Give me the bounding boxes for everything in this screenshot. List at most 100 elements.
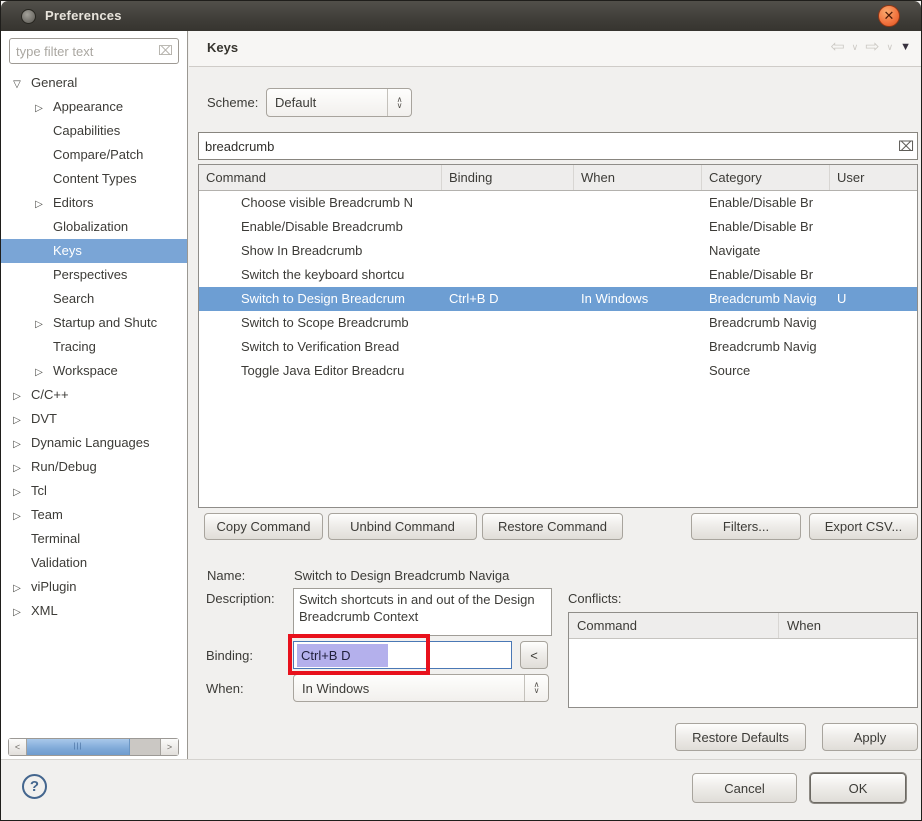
back-dropdown-icon[interactable]: ∨: [852, 42, 859, 53]
apply-button[interactable]: Apply: [822, 723, 918, 751]
key-binding-row[interactable]: Enable/Disable BreadcrumbEnable/Disable …: [199, 215, 917, 239]
key-binding-row[interactable]: Choose visible Breadcrumb NEnable/Disabl…: [199, 191, 917, 215]
scroll-left-icon[interactable]: <: [9, 739, 27, 755]
close-icon[interactable]: ✕: [878, 5, 900, 27]
cell-user: [830, 335, 917, 359]
cell-user: [830, 359, 917, 383]
view-menu-icon[interactable]: ▼: [900, 41, 911, 53]
key-binding-row[interactable]: Toggle Java Editor BreadcruSource: [199, 359, 917, 383]
scrollbar-track[interactable]: [130, 739, 160, 755]
tree-item-startup-and-shutc[interactable]: ▷ Startup and Shutc: [1, 311, 187, 335]
forward-icon[interactable]: ⇨: [865, 37, 879, 57]
cell-binding: [442, 359, 574, 383]
tree-item-label: Terminal: [31, 531, 80, 546]
column-header-when[interactable]: When: [574, 165, 702, 190]
expander-icon[interactable]: ▷: [11, 409, 23, 431]
tree-item-run-debug[interactable]: ▷Run/Debug: [1, 455, 187, 479]
expander-icon[interactable]: ▷: [11, 457, 23, 479]
table-header[interactable]: CommandBindingWhenCategoryUser: [199, 165, 917, 191]
capture-key-button[interactable]: <: [520, 641, 548, 669]
tree-item-capabilities[interactable]: Capabilities: [1, 119, 187, 143]
history-nav: ⇦ ∨ ⇨ ∨ ▼: [830, 37, 911, 57]
expander-icon[interactable]: ▷: [33, 193, 45, 215]
restore-command-button[interactable]: Restore Command: [482, 513, 623, 540]
column-header-binding[interactable]: Binding: [442, 165, 574, 190]
help-icon[interactable]: ?: [22, 774, 47, 799]
unbind-command-button[interactable]: Unbind Command: [328, 513, 477, 540]
scheme-select[interactable]: Default ∧ ∨: [266, 88, 412, 117]
title-bar[interactable]: Preferences ✕: [1, 1, 921, 31]
expander-icon[interactable]: ▷: [33, 361, 45, 383]
description-box: Switch shortcuts in and out of the Desig…: [293, 588, 552, 636]
copy-command-button[interactable]: Copy Command: [204, 513, 323, 540]
tree-item-c-c[interactable]: ▷C/C++: [1, 383, 187, 407]
tree-item-general[interactable]: ▽General: [1, 71, 187, 95]
conflicts-header[interactable]: CommandWhen: [569, 613, 917, 639]
expander-icon[interactable]: ▷: [11, 481, 23, 503]
key-binding-row[interactable]: Switch to Design BreadcrumCtrl+B DIn Win…: [199, 287, 917, 311]
restore-defaults-button[interactable]: Restore Defaults: [675, 723, 806, 751]
scheme-value: Default: [267, 95, 387, 110]
tree-item-search[interactable]: Search: [1, 287, 187, 311]
filters-button[interactable]: Filters...: [691, 513, 801, 540]
search-input[interactable]: [198, 132, 918, 160]
when-select[interactable]: In Windows ∧ ∨: [293, 674, 549, 702]
forward-dropdown-icon[interactable]: ∨: [887, 42, 894, 53]
window-menu-icon[interactable]: [21, 9, 36, 24]
tree-item-label: XML: [31, 603, 58, 618]
when-value: In Windows: [294, 681, 524, 696]
column-header-category[interactable]: Category: [702, 165, 830, 190]
tree-item-content-types[interactable]: Content Types: [1, 167, 187, 191]
tree-item-validation[interactable]: Validation: [1, 551, 187, 575]
when-label: When:: [206, 681, 244, 696]
column-header-command[interactable]: Command: [199, 165, 442, 190]
scrollbar-thumb[interactable]: |||: [27, 739, 130, 755]
cell-command: Choose visible Breadcrumb N: [199, 191, 442, 215]
expander-icon[interactable]: ▷: [11, 577, 23, 599]
binding-input[interactable]: Ctrl+B D: [293, 641, 512, 669]
window-title: Preferences: [45, 8, 122, 23]
sidebar-horizontal-scrollbar[interactable]: < ||| >: [8, 738, 179, 756]
tree-item-viplugin[interactable]: ▷viPlugin: [1, 575, 187, 599]
tree-item-keys[interactable]: Keys: [1, 239, 187, 263]
tree-item-label: Startup and Shutc: [53, 315, 157, 330]
cell-user: [830, 263, 917, 287]
back-icon[interactable]: ⇦: [830, 37, 844, 57]
tree-item-dvt[interactable]: ▷DVT: [1, 407, 187, 431]
tree-item-tracing[interactable]: Tracing: [1, 335, 187, 359]
tree-item-terminal[interactable]: Terminal: [1, 527, 187, 551]
tree-item-dynamic-languages[interactable]: ▷Dynamic Languages: [1, 431, 187, 455]
tree-item-label: Capabilities: [53, 123, 120, 138]
key-binding-row[interactable]: Switch to Verification BreadBreadcrumb N…: [199, 335, 917, 359]
tree-item-appearance[interactable]: ▷Appearance: [1, 95, 187, 119]
expander-icon[interactable]: ▷: [33, 97, 45, 119]
conflicts-column-when[interactable]: When: [779, 613, 917, 638]
tree-item-tcl[interactable]: ▷Tcl: [1, 479, 187, 503]
expander-icon[interactable]: ▷: [11, 433, 23, 455]
cancel-button[interactable]: Cancel: [692, 773, 797, 803]
expander-icon[interactable]: ▷: [11, 385, 23, 407]
key-binding-row[interactable]: Switch to Scope BreadcrumbBreadcrumb Nav…: [199, 311, 917, 335]
expander-icon[interactable]: ▷: [11, 505, 23, 527]
expander-icon[interactable]: ▷: [33, 313, 45, 335]
conflicts-column-command[interactable]: Command: [569, 613, 779, 638]
filter-clear-icon[interactable]: ⌧: [158, 43, 173, 59]
expander-icon[interactable]: ▷: [11, 601, 23, 623]
key-binding-row[interactable]: Switch the keyboard shortcuEnable/Disabl…: [199, 263, 917, 287]
tree-item-workspace[interactable]: ▷Workspace: [1, 359, 187, 383]
tree-item-team[interactable]: ▷Team: [1, 503, 187, 527]
column-header-user[interactable]: User: [830, 165, 917, 190]
tree-item-globalization[interactable]: Globalization: [1, 215, 187, 239]
filter-input[interactable]: [9, 38, 179, 64]
cell-user: [830, 311, 917, 335]
tree-item-editors[interactable]: ▷Editors: [1, 191, 187, 215]
ok-button[interactable]: OK: [810, 773, 906, 803]
tree-item-xml[interactable]: ▷ XML: [1, 599, 187, 623]
tree-item-compare-patch[interactable]: Compare/Patch: [1, 143, 187, 167]
export-csv-button[interactable]: Export CSV...: [809, 513, 918, 540]
search-clear-icon[interactable]: ⌧: [898, 138, 914, 155]
key-binding-row[interactable]: Show In BreadcrumbNavigate: [199, 239, 917, 263]
expander-icon[interactable]: ▽: [11, 73, 23, 95]
scroll-right-icon[interactable]: >: [160, 739, 178, 755]
tree-item-perspectives[interactable]: Perspectives: [1, 263, 187, 287]
